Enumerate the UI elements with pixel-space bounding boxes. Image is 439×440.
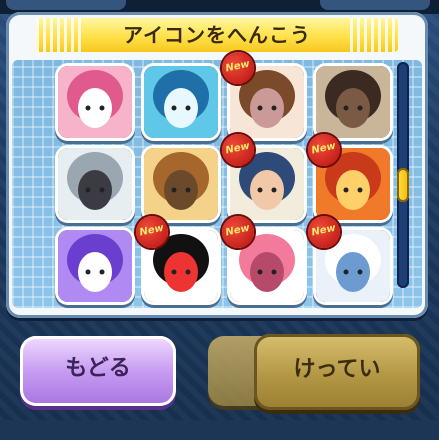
confirm-button[interactable]: けってい (254, 334, 420, 410)
icon-silver-haired-man-portrait (58, 148, 132, 220)
icon-option-blue-haired-girl[interactable] (144, 66, 218, 138)
icon-purple-puyo-portrait (58, 230, 132, 302)
icon-armored-warrior-portrait (144, 148, 218, 220)
icon-dark-haired-man-portrait (316, 66, 390, 138)
dialog-title: アイコンをへんこう (123, 23, 311, 47)
icon-option-pink-haired-girl[interactable] (58, 66, 132, 138)
top-tab-left (6, 0, 126, 10)
back-button[interactable]: もどる (20, 336, 176, 406)
top-tab-right (320, 0, 430, 10)
icon-pink-haired-girl-portrait (58, 66, 132, 138)
icon-blue-haired-girl-portrait (144, 66, 218, 138)
icon-option-silver-haired-man[interactable] (58, 148, 132, 220)
scrollbar-thumb[interactable] (397, 168, 409, 202)
scrollbar-track[interactable] (397, 62, 409, 288)
icon-option-purple-puyo[interactable] (58, 230, 132, 302)
icon-grid: New New New New New New (42, 49, 392, 302)
dialog-title-banner: アイコンをへんこう (36, 18, 398, 52)
icon-option-dark-haired-man[interactable] (316, 66, 390, 138)
bottom-bar (0, 420, 439, 440)
icon-option-armored-warrior[interactable] (144, 148, 218, 220)
